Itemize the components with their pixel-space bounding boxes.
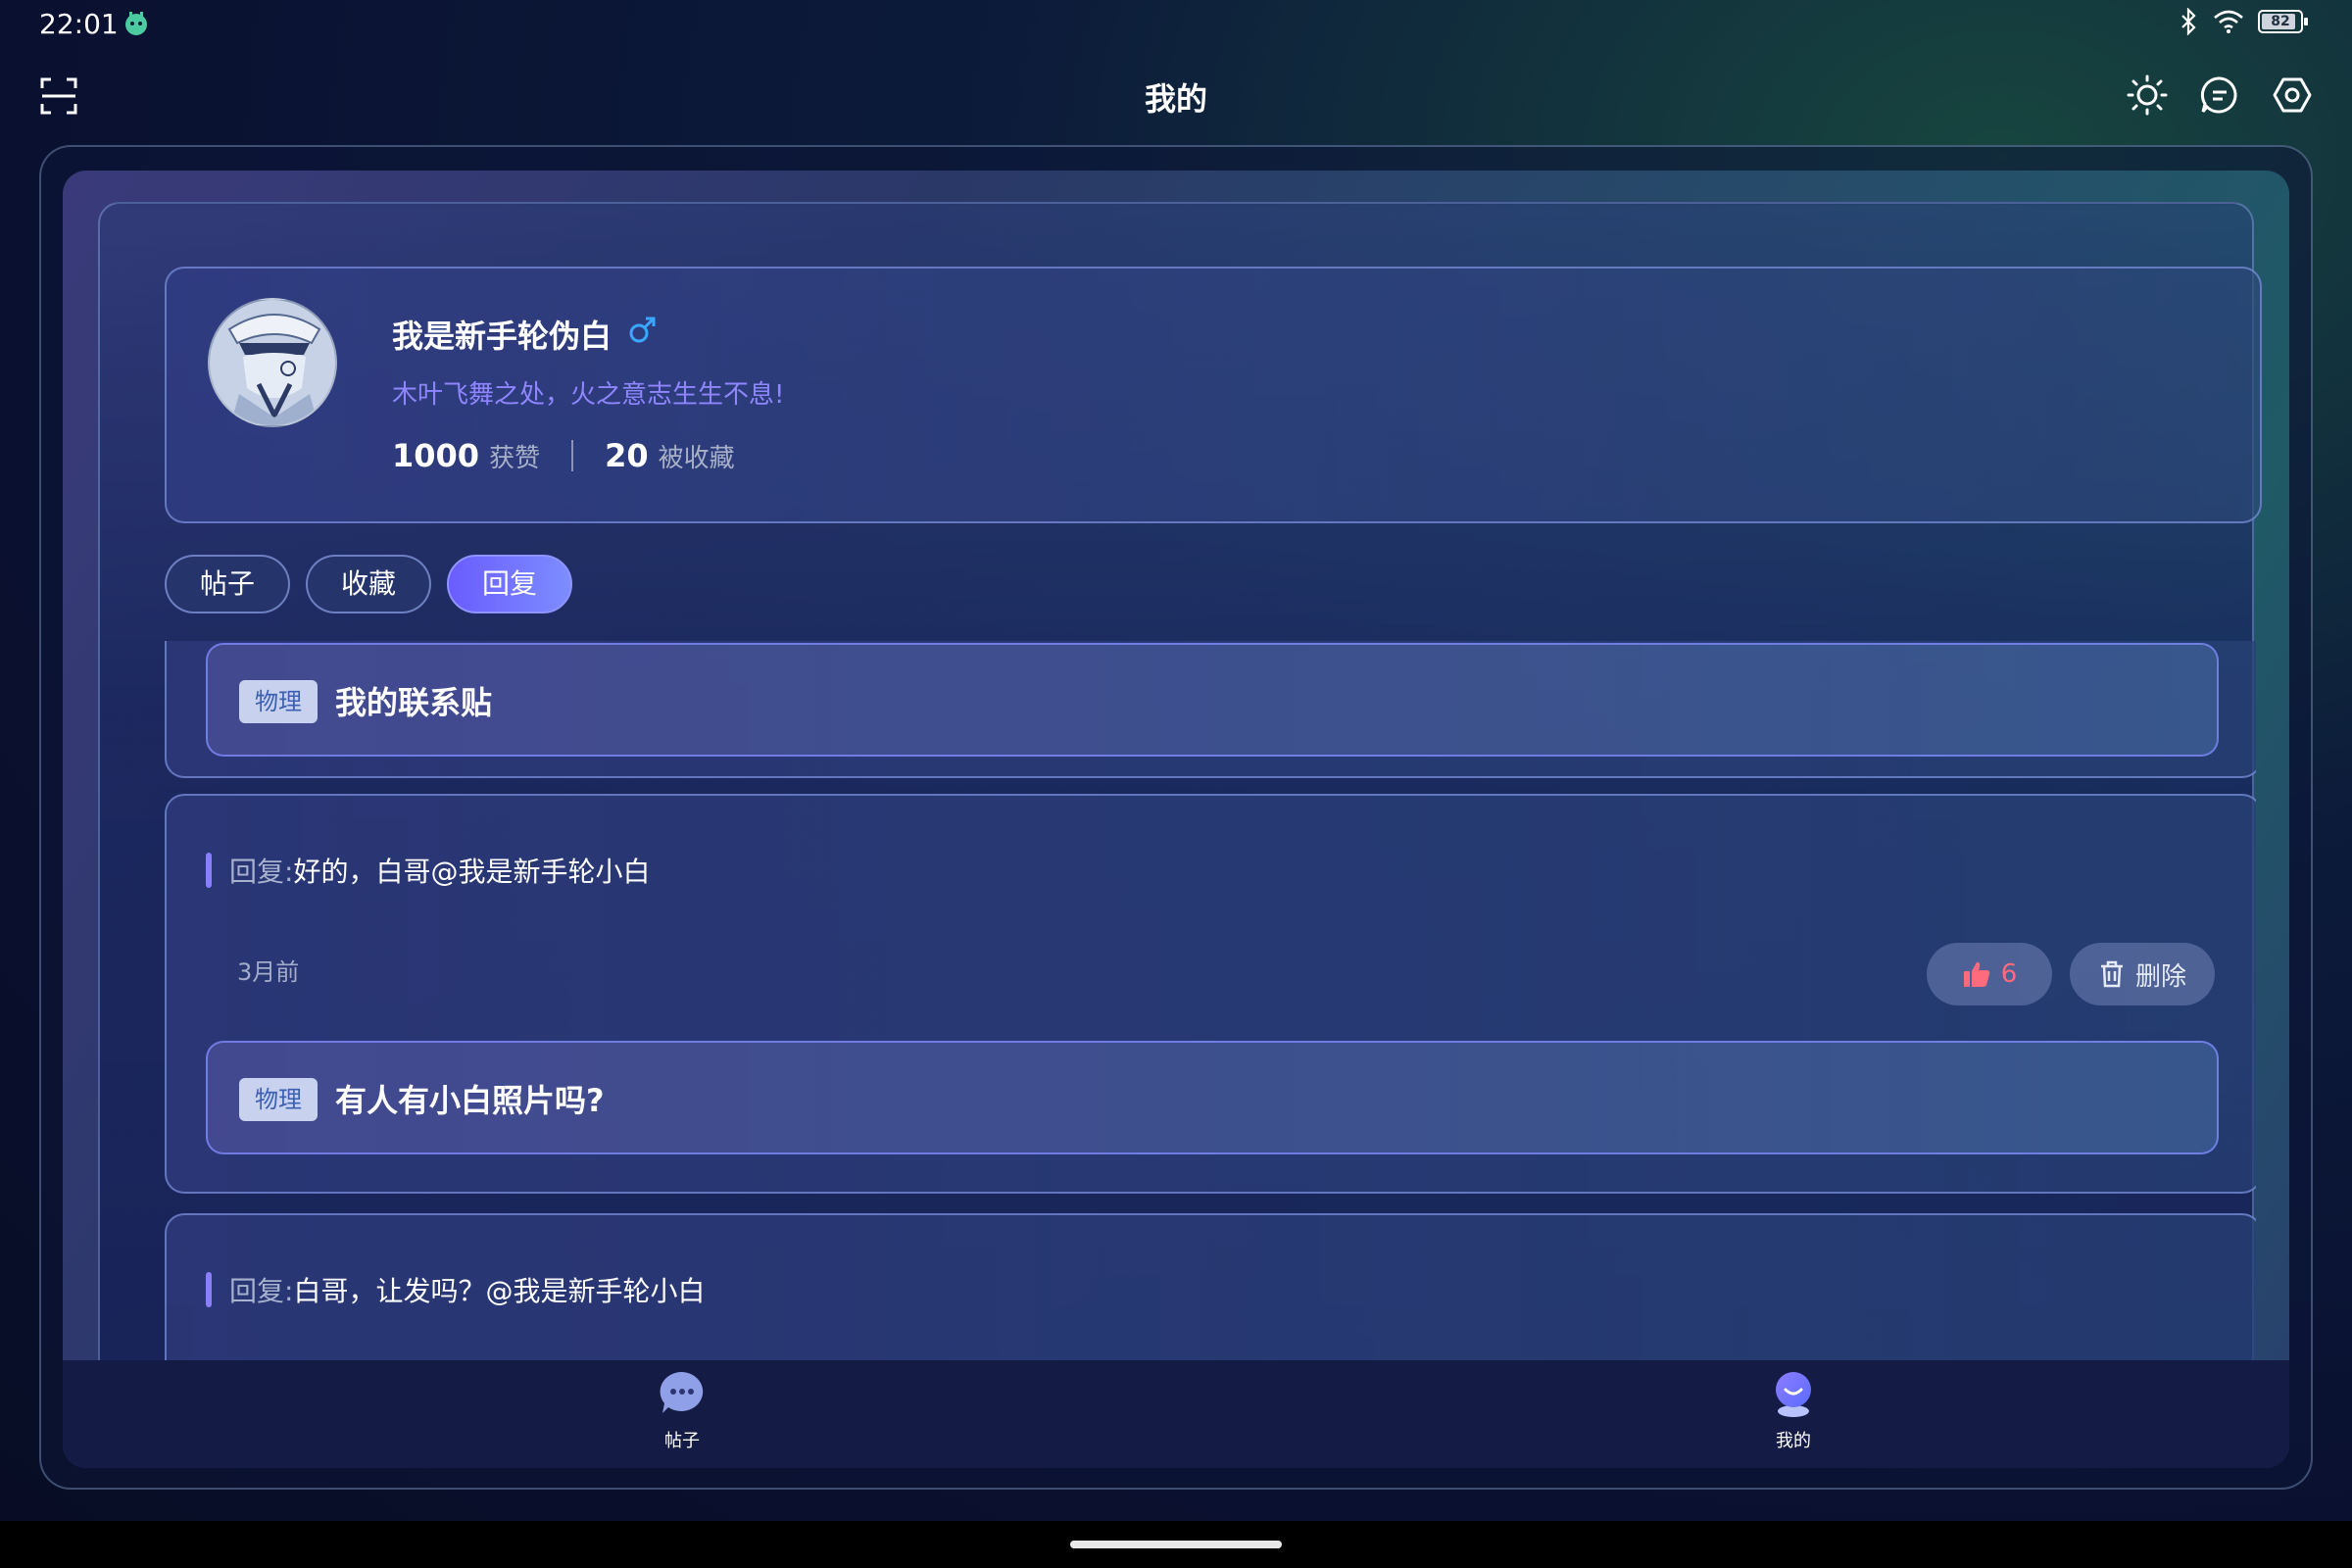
main-panel: 我是新手轮伪白 木叶飞舞之处，火之意志生生不息! 1000 获赞 20 被收藏 … <box>63 171 2289 1468</box>
user-bio: 木叶飞舞之处，火之意志生生不息! <box>392 380 785 410</box>
post-title: 我的联系贴 <box>335 684 493 721</box>
subject-tag: 物理 <box>239 1078 318 1121</box>
battery-indicator: 82 <box>2258 10 2308 33</box>
reply-content: 回复: 好的，白哥@我是新手轮小白 <box>206 851 650 890</box>
home-bar[interactable] <box>1070 1541 1282 1548</box>
thumbs-up-icon <box>1963 961 1989 987</box>
home-indicator-area <box>0 1521 2352 1568</box>
reply-text: 好的，白哥@我是新手轮小白 <box>293 856 651 888</box>
settings-icon[interactable] <box>2272 74 2313 116</box>
delete-label: 删除 <box>2134 961 2186 992</box>
like-button[interactable]: 6 <box>1927 943 2052 1005</box>
stats-divider <box>571 440 574 471</box>
profile-stats: 1000 获赞 20 被收藏 <box>392 437 735 474</box>
username: 我是新手轮伪白 <box>392 318 612 355</box>
likes-label: 获赞 <box>489 444 541 473</box>
message-icon[interactable] <box>2199 74 2240 116</box>
title-bar: 我的 <box>0 59 2352 137</box>
wifi-icon <box>2214 10 2243 33</box>
nav-label: 帖子 <box>664 1431 700 1451</box>
profile-tabs: 帖子 收藏 回复 <box>165 555 573 613</box>
reply-list[interactable]: 物理 我的联系贴 回复: 好的，白哥@我是新手轮小白 3月前 6 删除 物理 有… <box>100 641 2256 1392</box>
chat-bubble-icon <box>660 1371 704 1413</box>
avatar-image <box>210 300 335 425</box>
reply-card: 回复: 好的，白哥@我是新手轮小白 3月前 6 删除 物理 有人有小白照片吗? <box>165 794 2256 1194</box>
profile-icon <box>1776 1372 1811 1417</box>
favorited-count: 20 <box>605 437 649 474</box>
delete-button[interactable]: 删除 <box>2070 943 2215 1005</box>
tab-replies[interactable]: 回复 <box>447 555 573 613</box>
reply-time: 3月前 <box>237 958 300 986</box>
app-notification-icon <box>125 12 147 35</box>
avatar[interactable] <box>208 298 337 427</box>
trash-icon <box>2100 960 2123 988</box>
reply-accent-bar <box>206 853 212 888</box>
like-count: 6 <box>2000 959 2018 989</box>
subject-tag: 物理 <box>239 680 318 723</box>
post-reference[interactable]: 物理 我的联系贴 <box>206 643 2219 757</box>
nav-label: 我的 <box>1776 1431 1811 1451</box>
status-time: 22:01 <box>39 8 119 40</box>
reply-prefix: 回复: <box>229 1275 294 1307</box>
nav-item-me[interactable]: 我的 <box>1735 1368 1852 1452</box>
panel-inner: 我是新手轮伪白 木叶飞舞之处，火之意志生生不息! 1000 获赞 20 被收藏 … <box>98 202 2262 1468</box>
brightness-icon[interactable] <box>2127 74 2168 116</box>
reply-content: 回复: 白哥，让发吗？@我是新手轮小白 <box>206 1270 705 1309</box>
reply-card: 物理 我的联系贴 <box>165 641 2256 778</box>
reply-text: 白哥，让发吗？@我是新手轮小白 <box>293 1275 706 1307</box>
reply-accent-bar <box>206 1272 212 1307</box>
battery-level: 82 <box>2271 14 2290 29</box>
reply-prefix: 回复: <box>229 856 294 888</box>
status-bar: 22:01 82 <box>0 0 2352 49</box>
favorited-label: 被收藏 <box>658 444 735 473</box>
tab-posts[interactable]: 帖子 <box>165 555 291 613</box>
bottom-nav: 帖子 我的 <box>63 1360 2289 1468</box>
tab-favorites[interactable]: 收藏 <box>306 555 432 613</box>
post-title: 有人有小白照片吗? <box>335 1082 605 1119</box>
male-icon <box>629 317 656 343</box>
post-reference[interactable]: 物理 有人有小白照片吗? <box>206 1041 2219 1154</box>
nav-item-posts[interactable]: 帖子 <box>623 1368 741 1452</box>
page-title: 我的 <box>1144 80 1207 118</box>
profile-card: 我是新手轮伪白 木叶飞舞之处，火之意志生生不息! 1000 获赞 20 被收藏 <box>165 267 2262 523</box>
bluetooth-icon <box>2181 8 2196 35</box>
likes-count: 1000 <box>392 437 480 474</box>
